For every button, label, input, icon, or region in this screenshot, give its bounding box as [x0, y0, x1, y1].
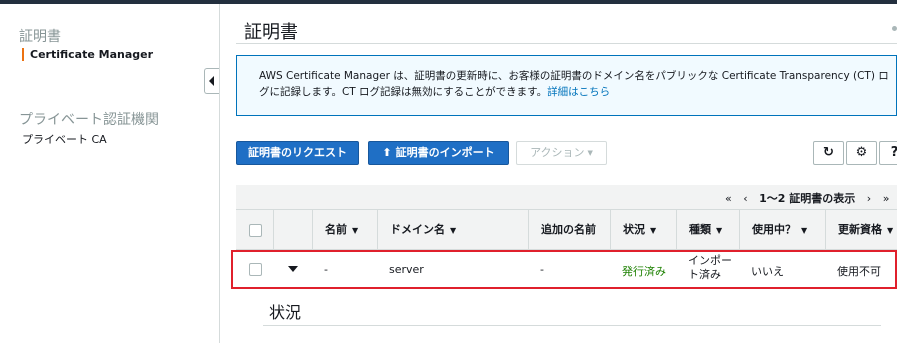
- column-header-status-label: 状況: [623, 223, 645, 236]
- column-header-status[interactable]: 状況 ▼: [610, 210, 676, 249]
- column-header-additional-names-label: 追加の名前: [541, 223, 596, 236]
- sort-icon: ▼: [650, 226, 657, 235]
- actions-dropdown[interactable]: アクション ▼: [516, 141, 607, 165]
- column-header-in-use-label: 使用中？: [752, 223, 796, 236]
- title-divider: [236, 43, 897, 44]
- sort-icon: ▼: [716, 226, 723, 235]
- column-header-renewal-eligibility[interactable]: 更新資格 ▼: [825, 210, 897, 249]
- column-header-renewal-eligibility-label: 更新資格: [838, 223, 882, 236]
- first-page-button[interactable]: «: [725, 192, 732, 205]
- actions-label: アクション: [530, 146, 585, 159]
- sidebar: 証明書 Certificate Manager プライベート認証機関 プライベー…: [0, 4, 220, 343]
- help-button[interactable]: ?: [879, 141, 897, 165]
- sidebar-item-private-ca[interactable]: プライベート CA: [22, 131, 107, 147]
- last-page-button[interactable]: »: [883, 192, 890, 205]
- column-header-additional-names: 追加の名前: [528, 210, 610, 249]
- table-header-row: 名前 ▼ ドメイン名 ▼ 追加の名前 状況 ▼ 種類 ▼ 使用中？ ▼ 更新資格 ▼: [236, 209, 897, 250]
- column-header-type-label: 種類: [689, 223, 711, 236]
- upload-icon: ⬆: [382, 146, 392, 159]
- select-all-checkbox[interactable]: [249, 224, 262, 237]
- request-certificate-label: 証明書のリクエスト: [248, 146, 347, 159]
- pagination-label: 1〜2 証明書の表示: [759, 192, 856, 205]
- detail-section-heading: 状況: [269, 303, 302, 322]
- column-header-type[interactable]: 種類 ▼: [676, 210, 739, 249]
- column-header-domain-label: ドメイン名: [390, 223, 445, 236]
- sort-icon: ▼: [450, 226, 457, 235]
- sort-icon: ▼: [352, 226, 359, 235]
- import-certificate-button[interactable]: ⬆ 証明書のインポート: [368, 141, 509, 165]
- gear-icon: ⚙: [855, 145, 868, 160]
- detail-section-divider: [263, 325, 881, 326]
- settings-button[interactable]: ⚙: [846, 141, 877, 165]
- column-header-name[interactable]: 名前 ▼: [312, 210, 377, 249]
- sidebar-item-certificate-manager[interactable]: Certificate Manager: [22, 48, 153, 61]
- import-certificate-label: 証明書のインポート: [395, 146, 495, 159]
- row-highlight-box: [231, 250, 897, 289]
- help-icon: ?: [891, 145, 897, 160]
- column-header-name-label: 名前: [325, 223, 347, 236]
- info-alert: AWS Certificate Manager は、証明書の更新時に、お客様の証…: [236, 55, 897, 116]
- collapse-left-icon[interactable]: [204, 68, 219, 94]
- expand-column-header: [273, 210, 312, 249]
- sort-icon: ▼: [887, 226, 894, 235]
- sidebar-section-private-ca: プライベート認証機関: [19, 112, 159, 128]
- refresh-button[interactable]: ↻: [813, 141, 844, 165]
- prev-page-button[interactable]: ‹: [743, 192, 747, 205]
- column-header-in-use[interactable]: 使用中？ ▼: [739, 210, 825, 249]
- learn-more-link[interactable]: 詳細はこちら: [547, 86, 610, 98]
- chevron-down-icon: ▼: [587, 149, 593, 157]
- more-icon: [892, 26, 897, 31]
- sidebar-section-certificates: 証明書: [19, 29, 61, 45]
- next-page-button[interactable]: ›: [867, 192, 871, 205]
- sort-icon: ▼: [801, 226, 808, 235]
- request-certificate-button[interactable]: 証明書のリクエスト: [236, 141, 359, 165]
- pagination: « ‹ 1〜2 証明書の表示 › »: [725, 190, 897, 206]
- info-alert-text: AWS Certificate Manager は、証明書の更新時に、お客様の証…: [259, 68, 889, 100]
- refresh-icon: ↻: [823, 145, 834, 160]
- page-title: 証明書: [244, 22, 298, 43]
- column-header-domain[interactable]: ドメイン名 ▼: [377, 210, 528, 249]
